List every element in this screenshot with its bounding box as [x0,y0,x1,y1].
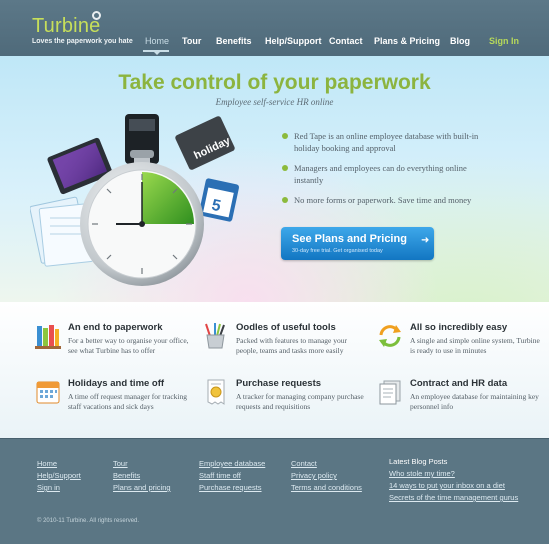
feature-desc: A time off request manager for tracking … [68,392,187,411]
feature-item: Oodles of useful tools Packed with featu… [202,322,352,366]
feature-title: Oodles of useful tools [236,322,336,333]
footer-link-sign-in[interactable]: Sign in [37,483,60,492]
nav-help-support[interactable]: Help/Support [265,36,322,46]
site-footer: Home Help/Support Sign in Tour Benefits … [0,438,549,544]
logo-text: Turbine [32,15,101,37]
arrow-right-icon: ➜ [421,235,430,246]
feature-title: An end to paperwork [68,322,163,333]
calendar-icon [36,381,60,404]
refresh-arrows-icon [379,325,401,347]
calendar-5-icon: 5 [198,178,240,222]
blog-post-link[interactable]: Who stole my time? [389,469,455,478]
feature-title: Holidays and time off [68,378,165,389]
nav-plans-pricing[interactable]: Plans & Pricing [374,36,440,46]
footer-link-help-support[interactable]: Help/Support [37,471,81,480]
blog-post-link[interactable]: 14 ways to put your inbox on a diet [389,481,505,490]
hero-section: Take control of your paperwork Employee … [0,56,549,302]
footer-link-staff-time-off[interactable]: Staff time off [199,471,241,480]
footer-divider [0,438,549,439]
tools-cup-icon [205,323,225,349]
logo-ring-icon [92,11,101,20]
feature-item: All so incredibly easy A single and simp… [376,322,540,366]
blog-post-link[interactable]: Secrets of the time management gurus [389,493,518,502]
hero-bullet-text: Red Tape is an online employee database … [294,131,479,153]
hero-bullet-list: Red Tape is an online employee database … [282,130,492,214]
feature-title: Purchase requests [236,378,322,389]
footer-link-contact[interactable]: Contact [291,459,317,468]
hero-bullet-text: Managers and employees can do everything… [294,163,467,185]
footer-link-home[interactable]: Home [37,459,57,468]
feature-desc: For a better way to organise your office… [68,336,189,355]
see-plans-button-label: See Plans and Pricing [292,233,407,245]
features-section: An end to paperwork For a better way to … [0,302,549,438]
site-header: Turbine Loves the paperwork you hate Hom… [0,0,549,56]
hero-bullet: No more forms or paperwork. Save time an… [282,194,492,206]
nav-tour[interactable]: Tour [182,36,201,46]
feature-desc: A single and simple online system, Turbi… [410,336,540,355]
feature-item: Purchase requests A tracker for managing… [202,378,364,422]
hero-bullet: Managers and employees can do everything… [282,162,492,186]
footer-link-terms[interactable]: Terms and conditions [291,483,362,492]
hero-bullet: Red Tape is an online employee database … [282,130,492,154]
footer-link-benefits[interactable]: Benefits [113,471,140,480]
nav-contact[interactable]: Contact [329,36,363,46]
copyright: © 2010-11 Turbine. All rights reserved. [37,518,140,524]
feature-item: Contract and HR data An employee databas… [376,378,539,422]
hero-bullet-text: No more forms or paperwork. Save time an… [294,195,472,205]
holiday-sign-icon: holiday [175,116,235,170]
logo[interactable]: Turbine [32,11,101,38]
nav-home[interactable]: Home [145,36,169,46]
footer-link-privacy-policy[interactable]: Privacy policy [291,471,337,480]
bullet-dot-icon [282,165,288,171]
books-icon [35,325,61,349]
document-icon [379,380,401,405]
nav-blog[interactable]: Blog [450,36,470,46]
nav-caret-icon [153,51,161,55]
footer-link-tour[interactable]: Tour [113,459,128,468]
receipt-icon [207,379,225,405]
feature-item: An end to paperwork For a better way to … [34,322,189,366]
main-nav: Home Tour Benefits Help/Support Contact … [0,36,549,50]
footer-link-employee-database[interactable]: Employee database [199,459,265,468]
feature-item: Holidays and time off A time off request… [34,378,187,422]
bullet-dot-icon [282,197,288,203]
footer-link-plans-pricing[interactable]: Plans and pricing [113,483,171,492]
sign-in-link[interactable]: Sign In [489,36,519,46]
stopwatch-illustration: holiday 5 [30,114,240,286]
see-plans-button[interactable]: See Plans and Pricing ➜ 30-day free tria… [281,227,434,260]
feature-title: All so incredibly easy [410,322,508,333]
footer-link-purchase-requests[interactable]: Purchase requests [199,483,262,492]
feature-desc: Packed with features to manage your peop… [236,336,348,355]
hero-title: Take control of your paperwork [118,71,431,94]
blog-heading: Latest Blog Posts [389,457,448,466]
nav-benefits[interactable]: Benefits [216,36,252,46]
feature-desc: An employee database for maintaining key… [410,392,539,411]
feature-title: Contract and HR data [410,378,508,389]
bullet-dot-icon [282,133,288,139]
see-plans-button-sublabel: 30-day free trial. Get organised today [292,248,383,254]
feature-desc: A tracker for managing company purchase … [236,392,364,411]
